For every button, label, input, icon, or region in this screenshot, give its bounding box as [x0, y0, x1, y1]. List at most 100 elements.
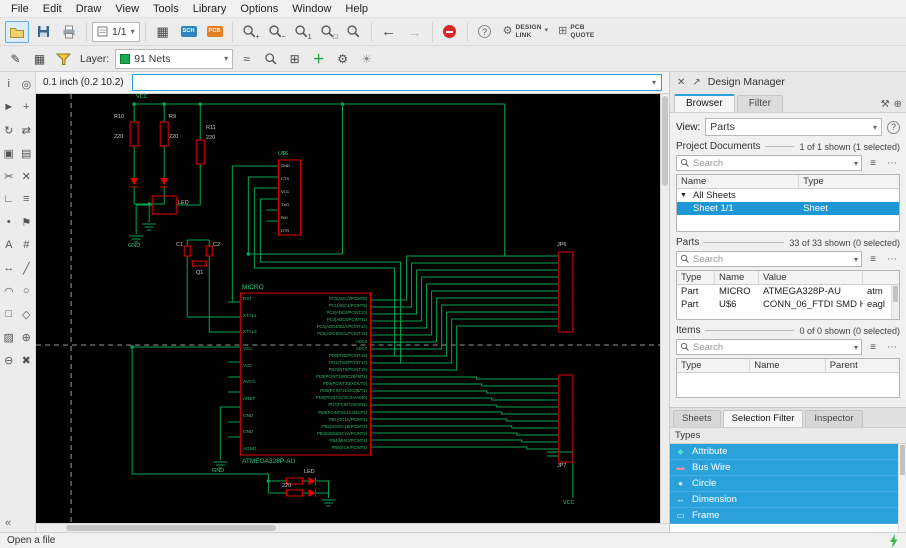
type-row-bus-wire[interactable]: ▬ Bus Wire	[670, 460, 906, 476]
redo-button[interactable]: →	[403, 21, 427, 43]
table-view-button[interactable]: ⊞	[284, 49, 305, 69]
move-icon[interactable]: +	[19, 100, 34, 114]
scrollbar-thumb[interactable]	[662, 96, 668, 186]
polygon-icon[interactable]: ◇	[19, 307, 34, 321]
text-icon[interactable]: A	[1, 238, 16, 252]
target-icon[interactable]: ◎	[19, 77, 34, 91]
print-button[interactable]	[57, 21, 81, 43]
view-selector[interactable]: Parts ▾	[705, 118, 882, 136]
save-button[interactable]	[31, 21, 55, 43]
type-row-dimension[interactable]: ↔ Dimension	[670, 492, 906, 508]
project-documents-search[interactable]: ▾	[676, 155, 862, 171]
settings-button[interactable]: ⚙	[332, 49, 353, 69]
schematic-doc-button[interactable]: SCH	[177, 21, 201, 43]
popout-icon[interactable]: ↗	[692, 77, 700, 88]
pcb-quote-button[interactable]: ⊞ PCBQUOTE	[554, 24, 598, 39]
wire-icon[interactable]: ∟	[1, 192, 16, 206]
pcb-doc-button[interactable]: PCB	[203, 21, 227, 43]
tab-browser[interactable]: Browser	[674, 94, 735, 112]
list-view-button[interactable]: ≡	[865, 251, 881, 267]
cut-icon[interactable]: ✂	[1, 169, 16, 183]
grid-settings-button[interactable]: ▦	[29, 49, 50, 69]
column-header[interactable]: Type	[799, 175, 899, 188]
zoom-out-icon[interactable]: ⊖	[1, 353, 16, 367]
brightness-button[interactable]: ☀	[356, 49, 377, 69]
menu-item[interactable]: Help	[338, 2, 375, 16]
design-link-button[interactable]: ⚙ DESIGNLINK ▾	[499, 24, 553, 39]
scrollbar-thumb[interactable]	[893, 286, 898, 302]
menu-item[interactable]: View	[108, 2, 146, 16]
schematic-canvas[interactable]: VCC R10 220 R9 220 R11 220 U$6 LED Q1 C1…	[36, 94, 660, 523]
column-header[interactable]: Value	[759, 271, 863, 284]
zoom-selection-button[interactable]	[260, 49, 281, 69]
canvas-horizontal-scrollbar[interactable]	[36, 523, 669, 532]
zoom-100-button[interactable]: 1	[290, 21, 314, 43]
tree-row[interactable]: ▼ All Sheets	[677, 189, 899, 202]
search-input[interactable]	[693, 158, 851, 169]
tree-expanded-icon[interactable]: ▼	[677, 192, 689, 199]
arc-icon[interactable]: ◠	[1, 284, 16, 298]
fill-icon[interactable]: ▨	[1, 330, 16, 344]
info-icon[interactable]: i	[1, 77, 16, 91]
grid-toggle-button[interactable]: ▦	[151, 21, 175, 43]
rotate-icon[interactable]: ↻	[1, 123, 16, 137]
menu-item[interactable]: Edit	[36, 2, 69, 16]
help-icon[interactable]: ?	[887, 121, 900, 134]
search-input[interactable]	[693, 342, 851, 353]
draw-wire-button[interactable]: ✎	[5, 49, 26, 69]
types-scrollbar[interactable]	[898, 444, 906, 532]
column-header[interactable]: Name	[750, 359, 825, 372]
list-view-button[interactable]: ≡	[865, 339, 881, 355]
menu-item[interactable]: Options	[233, 2, 285, 16]
type-row-frame[interactable]: ▭ Frame	[670, 508, 906, 524]
delete-icon[interactable]: ✕	[19, 169, 34, 183]
undo-button[interactable]: ←	[377, 21, 401, 43]
tab-selection-filter[interactable]: Selection Filter	[723, 410, 804, 427]
column-header[interactable]: Type	[677, 359, 750, 372]
collapse-palette-button[interactable]: «	[5, 517, 11, 529]
scrollbar-thumb[interactable]	[66, 525, 276, 531]
paste-icon[interactable]: ▤	[19, 146, 34, 160]
copy-icon[interactable]: ▣	[1, 146, 16, 160]
zoom-plus-icon[interactable]: ⊕	[894, 99, 902, 110]
column-header[interactable]: Parent	[826, 359, 899, 372]
column-header[interactable]: Type	[677, 271, 715, 284]
line-icon[interactable]: ╱	[19, 261, 34, 275]
column-header[interactable]: Name	[715, 271, 759, 284]
add-part-button[interactable]: ＋	[308, 49, 329, 69]
more-options-button[interactable]: ⋯	[884, 339, 900, 355]
erase-icon[interactable]: ✖	[19, 353, 34, 367]
menu-item[interactable]: File	[4, 2, 36, 16]
net-name-combo[interactable]: ▾	[132, 74, 662, 91]
net-label-icon[interactable]: ⚑	[19, 215, 34, 229]
mirror-icon[interactable]: ⇄	[19, 123, 34, 137]
filter-button[interactable]	[53, 49, 74, 69]
column-header[interactable]: Name	[677, 175, 799, 188]
stop-button[interactable]	[438, 21, 462, 43]
wrench-icon[interactable]: ⚒	[881, 99, 890, 110]
rect-icon[interactable]: □	[1, 307, 16, 321]
net-name-input[interactable]	[136, 77, 650, 88]
cursor-icon[interactable]: ►	[1, 100, 16, 114]
menu-item[interactable]: Draw	[69, 2, 109, 16]
sheet-row[interactable]: Sheet 1/1 Sheet	[677, 202, 899, 215]
column-header[interactable]	[863, 271, 899, 284]
tab-inspector[interactable]: Inspector	[805, 410, 862, 427]
part-row[interactable]: Part U$6 CONN_06_FTDI SMD HEADER eagl	[677, 298, 899, 311]
zoom-in-button[interactable]: +	[238, 21, 262, 43]
menu-item[interactable]: Tools	[146, 2, 186, 16]
items-search[interactable]: ▾	[676, 339, 862, 355]
measure-icon[interactable]: ↔	[1, 261, 16, 275]
help-button[interactable]: ?	[473, 21, 497, 43]
list-view-button[interactable]: ≡	[865, 155, 881, 171]
canvas-vertical-scrollbar[interactable]	[660, 94, 669, 523]
parts-table-scrollbar[interactable]	[891, 285, 899, 319]
tab-filter[interactable]: Filter	[737, 95, 783, 112]
sheet-selector[interactable]: 1/1 ▾	[92, 22, 140, 42]
zoom-in-icon[interactable]: ⊕	[19, 330, 34, 344]
tab-sheets[interactable]: Sheets	[673, 410, 721, 427]
scrollbar-thumb[interactable]	[900, 445, 905, 475]
zoom-out-button[interactable]: −	[264, 21, 288, 43]
close-icon[interactable]: ✕	[677, 77, 685, 88]
search-input[interactable]	[693, 254, 851, 265]
